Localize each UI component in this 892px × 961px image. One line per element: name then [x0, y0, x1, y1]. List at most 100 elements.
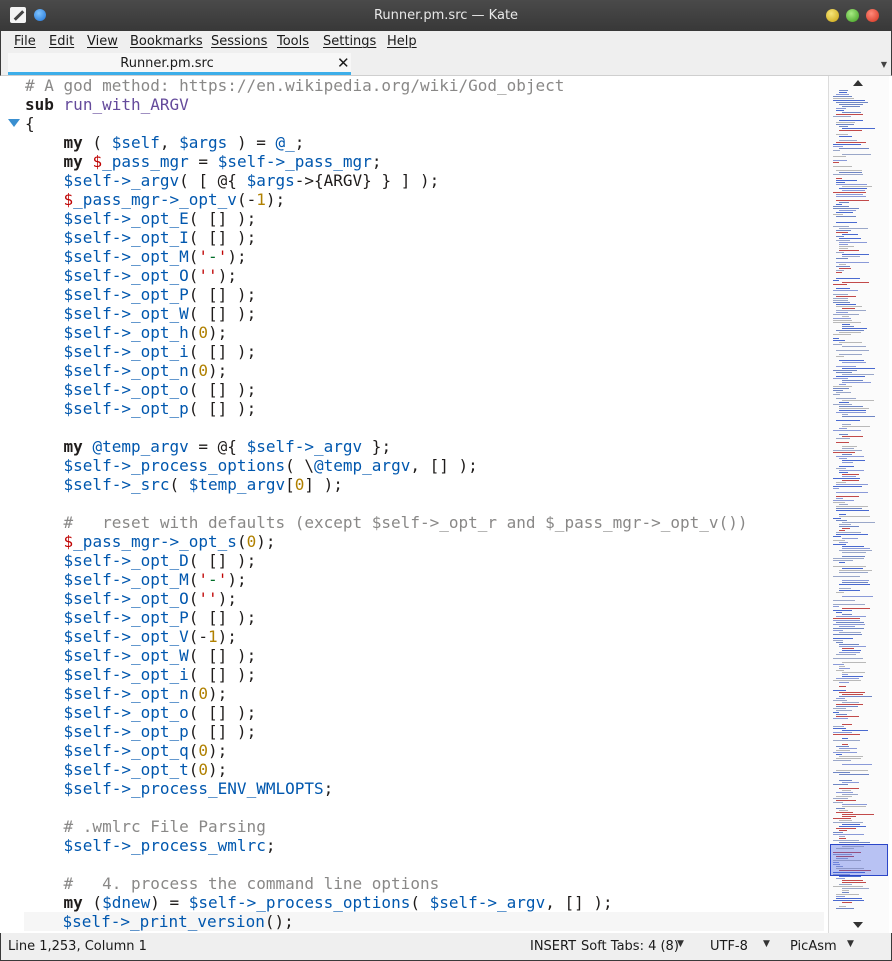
indentation-setting[interactable]: Soft Tabs: 4 (8) — [581, 939, 679, 954]
minimap-line — [842, 888, 869, 889]
code-line[interactable]: sub run_with_ARGV — [25, 95, 824, 114]
syntax-mode[interactable]: PicAsm — [790, 939, 837, 954]
code-line[interactable]: $self->_opt_P( [] ); — [25, 608, 824, 627]
code-line[interactable]: $self->_opt_p( [] ); — [25, 399, 824, 418]
code-line[interactable]: $self->_opt_W( [] ); — [25, 304, 824, 323]
encoding-dropdown-icon[interactable]: ▼ — [763, 939, 770, 949]
code-line[interactable]: $self->_process_wmlrc; — [25, 836, 824, 855]
code-line[interactable] — [25, 494, 824, 513]
code-line[interactable]: $self->_opt_P( [] ); — [25, 285, 824, 304]
input-mode[interactable]: INSERT — [530, 939, 576, 954]
minimap-line — [836, 792, 853, 793]
minimap-line — [839, 466, 854, 467]
indent-dropdown-icon[interactable]: ▼ — [677, 939, 684, 949]
code-line[interactable]: $self->_opt_i( [] ); — [25, 342, 824, 361]
code-line[interactable]: my ( $self, $args ) = @_; — [25, 133, 824, 152]
menu-view[interactable]: View — [87, 34, 118, 49]
menu-help[interactable]: Help — [387, 34, 417, 49]
code-line[interactable]: $self->_opt_O(''); — [25, 266, 824, 285]
code-line[interactable]: $self->_opt_h(0); — [25, 323, 824, 342]
syntax-dropdown-icon[interactable]: ▼ — [847, 939, 854, 949]
code-line[interactable]: $_pass_mgr->_opt_s(0); — [25, 532, 824, 551]
minimap-line — [836, 288, 850, 289]
minimap-line — [842, 346, 866, 347]
minimap-line — [839, 876, 861, 877]
code-line[interactable]: $self->_opt_p( [] ); — [25, 722, 824, 741]
code-line[interactable] — [25, 798, 824, 817]
minimap-line — [839, 626, 855, 627]
code-line[interactable]: # A god method: https://en.wikipedia.org… — [25, 76, 824, 95]
minimap-line — [833, 404, 852, 405]
minimap-line — [836, 534, 868, 535]
maximize-button[interactable] — [846, 9, 859, 22]
menu-bookmarks[interactable]: Bookmarks — [130, 34, 203, 49]
menu-sessions[interactable]: Sessions — [211, 34, 267, 49]
code-line[interactable]: my @temp_argv = @{ $self->_argv }; — [25, 437, 824, 456]
minimap-line — [836, 616, 866, 617]
code-line[interactable]: $self->_opt_M('-'); — [25, 247, 824, 266]
minimap-line — [839, 172, 862, 173]
menu-settings[interactable]: Settings — [323, 34, 376, 49]
code-line[interactable]: $self->_src( $temp_argv[0] ); — [25, 475, 824, 494]
cursor-position[interactable]: Line 1,253, Column 1 — [8, 939, 147, 954]
code-line[interactable]: $self->_opt_V(-1); — [25, 627, 824, 646]
code-line[interactable]: $self->_process_ENV_WMLOPTS; — [25, 779, 824, 798]
code-line[interactable]: # .wmlrc File Parsing — [25, 817, 824, 836]
tab-label: Runner.pm.src — [120, 56, 214, 71]
encoding-setting[interactable]: UTF-8 — [710, 939, 748, 954]
minimap-line — [842, 596, 873, 597]
code-line[interactable]: $self->_opt_O(''); — [25, 589, 824, 608]
code-line[interactable]: $self->_opt_o( [] ); — [25, 380, 824, 399]
code-line[interactable]: # 4. process the command line options — [25, 874, 824, 893]
minimap-line — [836, 212, 853, 213]
tab-runner-pm-src[interactable]: Runner.pm.src ✕ — [8, 53, 351, 75]
code-line[interactable]: $self->_opt_W( [] ); — [25, 646, 824, 665]
code-line[interactable] — [25, 418, 824, 437]
menu-tools[interactable]: Tools — [277, 34, 309, 49]
minimap-scrollbar[interactable] — [828, 76, 889, 933]
code-line[interactable]: $self->_opt_n(0); — [25, 361, 824, 380]
code-line[interactable]: # reset with defaults (except $self->_op… — [25, 513, 824, 532]
code-line[interactable] — [25, 855, 824, 874]
code-line[interactable]: { — [25, 114, 824, 133]
minimap-line — [833, 298, 848, 299]
code-editor[interactable]: # A god method: https://en.wikipedia.org… — [1, 76, 828, 933]
minimap-line — [836, 710, 852, 711]
minimap-line — [842, 568, 863, 569]
code-line[interactable]: $self->_opt_M('-'); — [25, 570, 824, 589]
scroll-down-icon[interactable] — [853, 922, 863, 928]
code-line[interactable]: $self->_process_options( \@temp_argv, []… — [25, 456, 824, 475]
code-line[interactable]: $self->_argv( [ @{ $args->{ARGV} } ] ); — [25, 171, 824, 190]
code-line[interactable]: $self->_opt_o( [] ); — [25, 703, 824, 722]
minimap-line — [839, 406, 863, 407]
minimap-line — [839, 90, 848, 91]
code-line[interactable]: $self->_opt_I( [] ); — [25, 228, 824, 247]
code-line[interactable]: $_pass_mgr->_opt_v(-1); — [25, 190, 824, 209]
close-window-button[interactable] — [866, 9, 879, 22]
menu-file[interactable]: File — [14, 34, 36, 49]
minimap-viewport[interactable] — [830, 844, 888, 876]
minimap-line — [836, 350, 869, 351]
code-line[interactable]: my ($dnew) = $self->_process_options( $s… — [25, 893, 824, 912]
minimap-line — [842, 824, 860, 825]
code-line[interactable]: $self->_print_version(); — [24, 912, 824, 931]
code-text[interactable]: # A god method: https://en.wikipedia.org… — [24, 76, 824, 931]
code-line[interactable]: $self->_opt_E( [] ); — [25, 209, 824, 228]
minimap-line — [839, 748, 857, 749]
chevron-down-icon[interactable]: ▼ — [881, 60, 887, 69]
close-icon[interactable]: ✕ — [337, 54, 350, 72]
minimap-line — [836, 622, 864, 623]
scroll-up-icon[interactable] — [853, 80, 863, 86]
minimize-button[interactable] — [826, 9, 839, 22]
minimap-line — [836, 592, 844, 593]
code-line[interactable]: $self->_opt_i( [] ); — [25, 665, 824, 684]
fold-triangle-icon[interactable] — [8, 119, 20, 127]
code-line[interactable]: $self->_opt_n(0); — [25, 684, 824, 703]
minimap-line — [836, 182, 845, 183]
code-line[interactable]: my $_pass_mgr = $self->_pass_mgr; — [25, 152, 824, 171]
code-line[interactable]: $self->_opt_q(0); — [25, 741, 824, 760]
minimap-line — [833, 166, 852, 167]
code-line[interactable]: $self->_opt_D( [] ); — [25, 551, 824, 570]
code-line[interactable]: $self->_opt_t(0); — [25, 760, 824, 779]
menu-edit[interactable]: Edit — [49, 34, 74, 49]
